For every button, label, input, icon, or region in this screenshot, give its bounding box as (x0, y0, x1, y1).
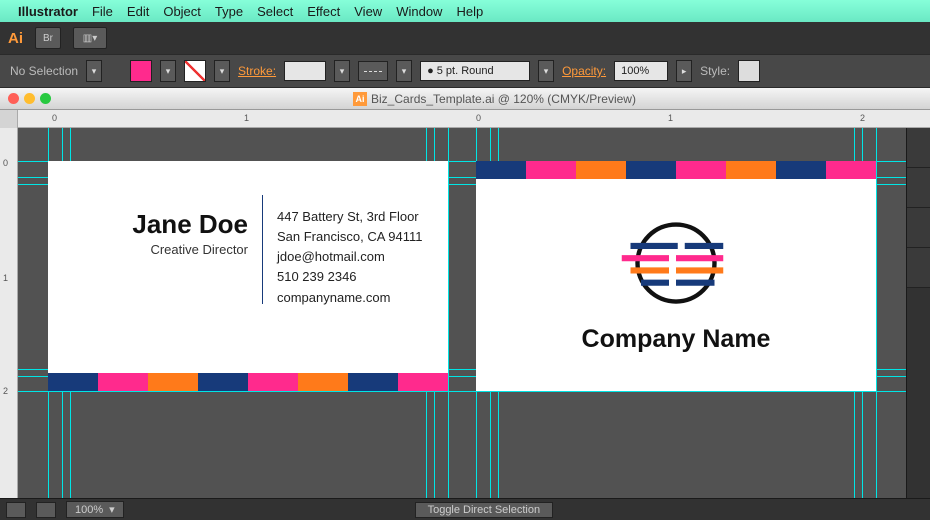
panel-dock[interactable] (906, 128, 930, 498)
opacity-dropdown[interactable]: ▸ (676, 60, 692, 82)
stripe-pattern (476, 161, 876, 179)
ruler-mark: 0 (52, 113, 57, 123)
ruler-mark: 2 (860, 113, 865, 123)
control-bar: No Selection ▾ ▾ ▾ Stroke: ▾ ▾ ● 5 pt. R… (0, 54, 930, 88)
guide-vertical[interactable] (876, 128, 877, 498)
card-site: companyname.com (277, 288, 428, 308)
document-title: Ai Biz_Cards_Template.ai @ 120% (CMYK/Pr… (353, 92, 636, 106)
card-addr1: 447 Battery St, 3rd Floor (277, 207, 428, 227)
panel-item[interactable] (907, 208, 930, 248)
style-label: Style: (700, 64, 730, 78)
minimize-window-button[interactable] (24, 93, 35, 104)
card-email: jdoe@hotmail.com (277, 247, 428, 267)
guide-horizontal[interactable] (18, 391, 906, 392)
company-name: Company Name (582, 325, 771, 354)
document-title-text: Biz_Cards_Template.ai @ 120% (CMYK/Previ… (371, 92, 636, 106)
ruler-mark: 1 (668, 113, 673, 123)
panel-item[interactable] (907, 168, 930, 208)
window-controls (0, 93, 59, 104)
panel-item[interactable] (907, 248, 930, 288)
artboard-back[interactable]: Company Name (476, 161, 876, 391)
artboard-nav-button[interactable] (6, 502, 26, 518)
close-window-button[interactable] (8, 93, 19, 104)
ruler-mark: 2 (3, 386, 8, 396)
menu-select[interactable]: Select (257, 4, 293, 19)
workspace[interactable]: 0 1 2 Jane Doe Creative Director (0, 128, 930, 498)
fill-dropdown[interactable]: ▾ (160, 60, 176, 82)
menu-help[interactable]: Help (456, 4, 483, 19)
company-logo-icon (606, 213, 746, 313)
fill-swatch[interactable] (130, 60, 152, 82)
card-addr2: San Francisco, CA 94111 (277, 227, 428, 247)
canvas[interactable]: Jane Doe Creative Director 447 Battery S… (18, 128, 906, 498)
stroke-weight-input[interactable] (284, 61, 326, 81)
card-divider (262, 195, 263, 304)
ruler-mark: 1 (3, 273, 8, 283)
zoom-window-button[interactable] (40, 93, 51, 104)
stroke-dropdown[interactable]: ▾ (214, 60, 230, 82)
menu-type[interactable]: Type (215, 4, 243, 19)
bridge-button[interactable]: Br (35, 27, 61, 49)
share-icon[interactable] (36, 502, 56, 518)
menu-file[interactable]: File (92, 4, 113, 19)
ai-file-icon: Ai (353, 92, 367, 106)
document-titlebar: Ai Biz_Cards_Template.ai @ 120% (CMYK/Pr… (0, 88, 930, 110)
panel-item[interactable] (907, 128, 930, 168)
tool-hint: Toggle Direct Selection (415, 502, 554, 518)
ruler-origin[interactable] (0, 110, 18, 128)
stroke-label[interactable]: Stroke: (238, 64, 276, 78)
zoom-level[interactable]: 100%▾ (66, 501, 124, 518)
menu-edit[interactable]: Edit (127, 4, 149, 19)
card-name: Jane Doe (68, 209, 248, 240)
menu-object[interactable]: Object (163, 4, 201, 19)
app-toolbar: Ai Br ▥▾ (0, 22, 930, 54)
ruler-mark: 1 (244, 113, 249, 123)
opacity-input[interactable]: 100% (614, 61, 668, 81)
vertical-ruler[interactable]: 0 1 2 (0, 128, 18, 498)
guide-vertical[interactable] (448, 128, 449, 498)
selection-status: No Selection (10, 64, 78, 78)
menubar: Illustrator File Edit Object Type Select… (0, 0, 930, 22)
card-phone: 510 239 2346 (277, 267, 428, 287)
brush-definition-input[interactable]: ● 5 pt. Round (420, 61, 530, 81)
style-swatch[interactable] (738, 60, 760, 82)
stroke-weight-dropdown[interactable]: ▾ (334, 60, 350, 82)
arrange-documents-button[interactable]: ▥▾ (73, 27, 107, 49)
variable-width-profile[interactable] (358, 61, 388, 81)
artboard-front[interactable]: Jane Doe Creative Director 447 Battery S… (48, 161, 448, 391)
menu-view[interactable]: View (354, 4, 382, 19)
opacity-label[interactable]: Opacity: (562, 64, 606, 78)
selection-dropdown[interactable]: ▾ (86, 60, 102, 82)
brush-dropdown[interactable]: ▾ (538, 60, 554, 82)
statusbar: 100%▾ Toggle Direct Selection (0, 498, 930, 520)
menu-effect[interactable]: Effect (307, 4, 340, 19)
app-name[interactable]: Illustrator (18, 4, 78, 19)
ai-logo-icon: Ai (8, 30, 23, 47)
horizontal-ruler[interactable]: 0 1 0 1 2 (0, 110, 930, 128)
stripe-pattern (48, 373, 448, 391)
ruler-mark: 0 (3, 158, 8, 168)
ruler-mark: 0 (476, 113, 481, 123)
menu-window[interactable]: Window (396, 4, 442, 19)
stroke-swatch[interactable] (184, 60, 206, 82)
card-role: Creative Director (68, 242, 248, 257)
width-profile-dropdown[interactable]: ▾ (396, 60, 412, 82)
